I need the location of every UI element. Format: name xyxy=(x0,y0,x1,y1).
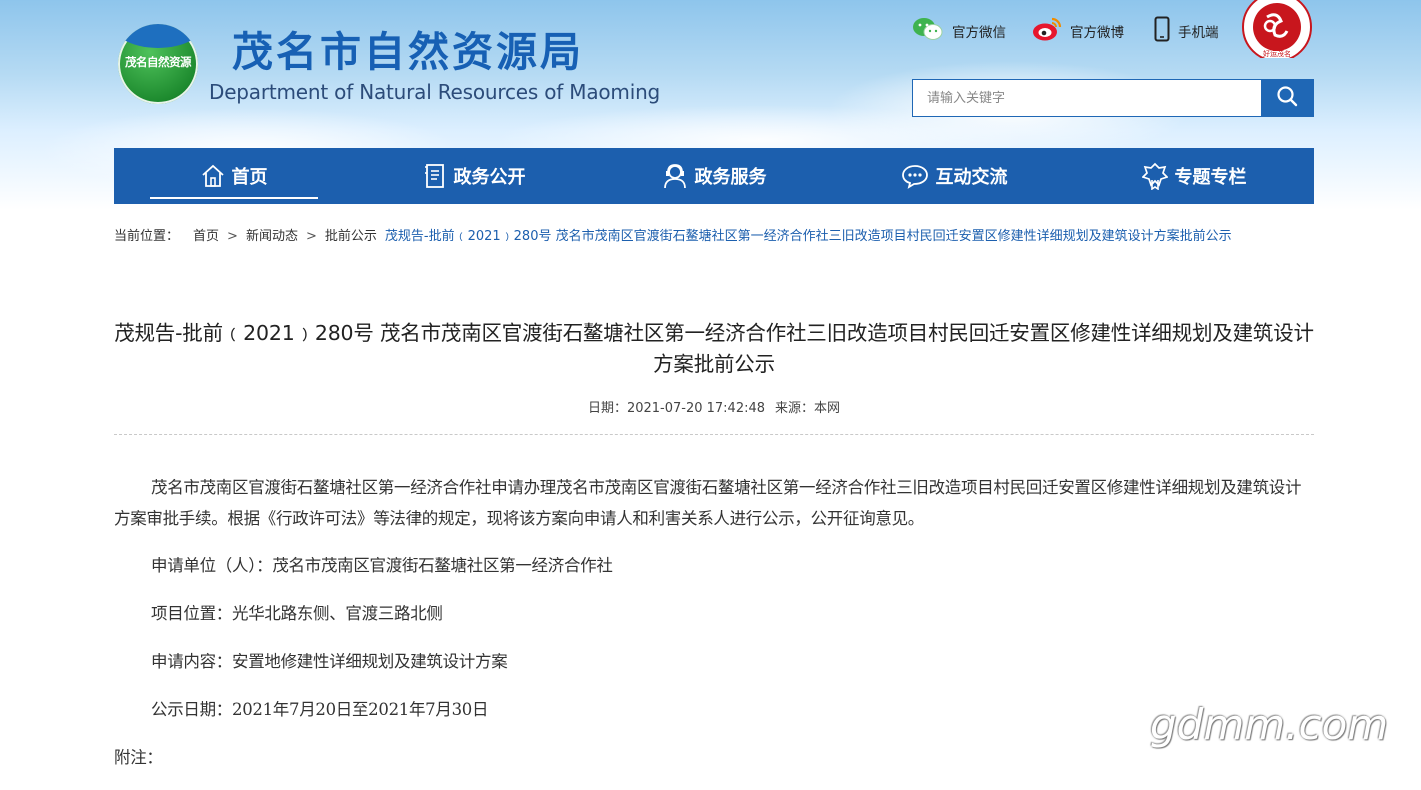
nav-interaction[interactable]: 互动交流 xyxy=(834,148,1074,204)
mobile-link[interactable]: 手机端 xyxy=(1154,16,1219,46)
breadcrumb-separator: > xyxy=(227,229,238,244)
weibo-icon xyxy=(1032,16,1062,46)
mobile-label: 手机端 xyxy=(1178,25,1219,41)
main-nav: 首页 政务公开 政务服务 互动交流 专题专栏 xyxy=(114,148,1314,204)
breadcrumb-separator: > xyxy=(305,229,317,244)
breadcrumb-news[interactable]: 新闻动态 xyxy=(246,229,298,244)
breadcrumb-current[interactable]: 茂规告-批前﹙2021﹚280号 茂名市茂南区官渡街石鳌塘社区第一经济合作社三旧… xyxy=(385,229,1232,244)
search-input[interactable] xyxy=(913,80,1261,116)
nav-gov-affairs[interactable]: 政务公开 xyxy=(354,148,594,204)
document-icon xyxy=(423,163,447,189)
logo-text: 茂名自然资源 xyxy=(125,55,192,69)
site-subtitle: Department of Natural Resources of Maomi… xyxy=(209,80,661,104)
breadcrumb: 当前位置： 首页 > 新闻动态 > 批前公示 茂规告-批前﹙2021﹚280号 茂名市茂南区… xyxy=(114,222,1314,251)
site-title[interactable]: 茂名市自然资源局 xyxy=(232,26,584,78)
breadcrumb-prefix: 当前位置： xyxy=(114,229,180,244)
article-intro: 茂名市茂南区官渡街石鳌塘社区第一经济合作社申请办理茂名市茂南区官渡街石鳌塘社区第… xyxy=(114,478,1302,528)
nav-interaction-label: 互动交流 xyxy=(935,167,1008,188)
breadcrumb-home[interactable]: 首页 xyxy=(193,229,219,244)
logo-arc xyxy=(118,24,198,48)
applicant-line: 申请单位（人）：茂名市茂南区官渡街石鳌塘社区第一经济合作社 xyxy=(151,556,613,575)
publish-date: 2021-07-20 17:42:48 xyxy=(626,401,766,416)
haoyun-maoming-seal[interactable]: 好运茂名 xyxy=(1240,0,1314,62)
article-title: 茂规告-批前﹙2021﹚280号 茂名市茂南区官渡街石鳌塘社区第一经济合作社三旧… xyxy=(114,321,1314,376)
source-value: 本网 xyxy=(814,401,841,416)
weibo-label: 官方微博 xyxy=(1070,25,1124,41)
article-meta: 日期：2021-07-20 17:42:48 来源：本网 xyxy=(114,398,1314,420)
chat-icon xyxy=(901,163,929,189)
search-icon xyxy=(1276,85,1298,111)
nav-gov-services-label: 政务服务 xyxy=(694,167,767,188)
search-box xyxy=(912,79,1314,117)
breadcrumb-pre-approval[interactable]: 批前公示 xyxy=(325,229,377,244)
badge-icon xyxy=(1141,162,1168,190)
home-icon xyxy=(201,164,225,188)
nav-special-topics[interactable]: 专题专栏 xyxy=(1074,148,1314,204)
nav-gov-services[interactable]: 政务服务 xyxy=(594,148,834,204)
location-line: 项目位置：光华北路东侧、官渡三路北侧 xyxy=(151,604,443,623)
mobile-icon xyxy=(1154,16,1170,46)
search-button[interactable] xyxy=(1261,80,1313,116)
site-watermark: gdmm.com xyxy=(1150,700,1389,749)
wechat-label: 官方微信 xyxy=(952,25,1006,41)
wechat-link[interactable]: 官方微信 xyxy=(912,17,1006,45)
nav-gov-affairs-label: 政务公开 xyxy=(453,167,526,188)
period-line: 公示日期：2021年7月20日至2021年7月30日 xyxy=(151,700,489,719)
divider xyxy=(114,434,1314,435)
bureau-logo[interactable]: 茂名自然资源 xyxy=(118,24,198,104)
nav-home-label: 首页 xyxy=(231,167,268,188)
seal-caption: 好运茂名 xyxy=(1263,49,1291,58)
note-line: 附注： xyxy=(114,748,163,767)
service-person-icon xyxy=(662,163,688,189)
nav-special-topics-label: 专题专栏 xyxy=(1174,167,1247,188)
date-label: 日期： xyxy=(587,401,627,416)
source-label: 来源： xyxy=(775,401,815,416)
wechat-icon xyxy=(912,16,944,46)
nav-home[interactable]: 首页 xyxy=(114,148,354,204)
weibo-link[interactable]: 官方微博 xyxy=(1032,17,1124,45)
content-line: 申请内容：安置地修建性详细规划及建筑设计方案 xyxy=(151,652,508,671)
